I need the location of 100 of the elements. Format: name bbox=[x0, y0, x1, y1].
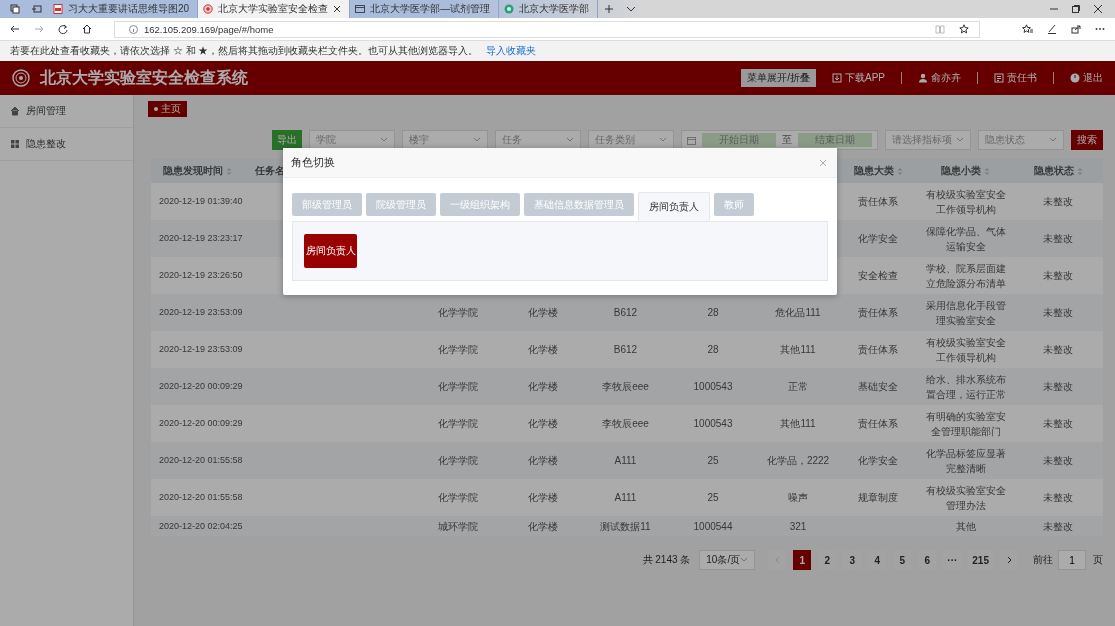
table-cell-text: 化学安全 bbox=[858, 232, 898, 246]
power-icon bbox=[1070, 73, 1080, 83]
table-cell-text: 李牧辰eee bbox=[602, 417, 649, 431]
browser-tab[interactable]: 北京大学实验室安全检查 bbox=[198, 0, 351, 18]
page-button[interactable]: 1 bbox=[793, 550, 812, 570]
table-row[interactable]: 2020-12-20 02:04:25 城环学院 化学楼 测试数据11 1000544 321 其他 未整改 bbox=[151, 516, 1103, 536]
header-link[interactable]: 责任书 bbox=[994, 71, 1037, 85]
table-cell-text: 未整改 bbox=[1043, 306, 1073, 320]
table-cell-text: 2020-12-20 01:55:58 bbox=[159, 454, 243, 467]
calendar-icon bbox=[687, 135, 696, 145]
table-row[interactable]: 2020-12-20 00:09:29 化学学院 化学楼 李牧辰eee 1000543 正常 基础安全 给水、排水系统布置合理，运行正常 未整改 bbox=[151, 368, 1103, 405]
table-cell-text: 1000543 bbox=[693, 380, 733, 394]
favicon-icon bbox=[355, 4, 366, 14]
chevron-down-icon bbox=[659, 137, 667, 143]
table-cell-text: 未整改 bbox=[1043, 232, 1073, 246]
table-cell-text: 安全检查 bbox=[858, 269, 898, 283]
table-cell-text: 2020-12-19 23:26:50 bbox=[159, 269, 243, 282]
breadcrumb-tag[interactable]: 主页 bbox=[148, 101, 187, 117]
table-cell-text: 未整改 bbox=[1043, 454, 1073, 468]
table-cell-text: 未整改 bbox=[1043, 343, 1073, 357]
role-button[interactable]: 房间负责人 bbox=[304, 234, 357, 268]
table-cell-text: 采用信息化手段管理实验室安全 bbox=[924, 298, 1007, 328]
header-link[interactable]: 下载APP bbox=[832, 71, 885, 85]
column-header[interactable]: 隐患状态 bbox=[1033, 162, 1083, 180]
role-tab[interactable]: 房间负责人 bbox=[638, 192, 710, 221]
table-cell-text: 测试数据11 bbox=[600, 519, 651, 534]
table-cell-text: 2020-12-20 00:09:29 bbox=[159, 380, 243, 393]
sidebar-item[interactable]: 隐患整改 bbox=[0, 128, 133, 161]
table-cell-text: 化学品，2222 bbox=[766, 454, 830, 468]
chevron-down-icon bbox=[473, 137, 481, 143]
favicon-icon bbox=[504, 4, 515, 14]
table-cell-text: 危化品111 bbox=[775, 306, 821, 320]
favicon-icon bbox=[203, 4, 214, 14]
header-link[interactable]: 退出 bbox=[1070, 71, 1103, 85]
table-cell-text: 其他111 bbox=[780, 343, 816, 357]
page-unit-label: 页 bbox=[1093, 553, 1103, 567]
header-link[interactable]: 俞亦卉 bbox=[918, 71, 961, 85]
page-size-select[interactable]: 10条/页 bbox=[699, 550, 756, 570]
emblem-icon bbox=[12, 69, 30, 87]
table-cell-text: 化学楼 bbox=[528, 343, 558, 357]
table-cell-text: 25 bbox=[707, 454, 719, 468]
chevron-down-icon bbox=[380, 137, 388, 143]
table-cell-text: 化学学院 bbox=[438, 454, 478, 468]
close-icon[interactable] bbox=[1093, 4, 1103, 14]
table-row[interactable]: 2020-12-19 23:53:09 化学学院 化学楼 B612 28 危化品111 责任体系 采用信息化手段管理实验室安全 未整改 bbox=[151, 294, 1103, 331]
home-icon[interactable] bbox=[82, 24, 92, 34]
table-cell-text: 2020-12-20 00:09:29 bbox=[159, 417, 243, 430]
table-cell-text: B612 bbox=[613, 343, 638, 357]
table-cell-text: 李牧辰eee bbox=[602, 380, 649, 394]
table-cell-text: 化学楼 bbox=[528, 306, 558, 320]
plus-icon[interactable] bbox=[604, 4, 615, 14]
star-icon[interactable] bbox=[959, 24, 969, 34]
refresh-icon[interactable] bbox=[58, 24, 68, 34]
close-icon[interactable] bbox=[333, 5, 342, 13]
goto-label: 前往 bbox=[1033, 553, 1053, 567]
table-cell-text: 2020-12-20 02:04:25 bbox=[159, 519, 243, 533]
table-cell-text: 化学安全 bbox=[858, 454, 898, 468]
table-cell-text: 其他 bbox=[955, 519, 976, 534]
table-cell-text: 25 bbox=[707, 491, 719, 505]
table-cell-text: B612 bbox=[613, 306, 638, 320]
address-field[interactable]: 162.105.209.169/page/#/home bbox=[114, 20, 980, 38]
table-cell-text: 28 bbox=[707, 306, 719, 320]
column-header[interactable]: 隐患发现时间 bbox=[163, 162, 232, 180]
table-cell-text: 化学楼 bbox=[528, 491, 558, 505]
table-cell-text: 其他111 bbox=[780, 417, 816, 431]
table-cell-text: 化学学院 bbox=[438, 343, 478, 357]
share-icon[interactable] bbox=[1071, 24, 1081, 34]
back-icon[interactable] bbox=[10, 24, 20, 34]
table-row[interactable]: 2020-12-20 01:55:58 化学学院 化学楼 A111 25 化学品，2222 化学安全 化学品标签应显著完整清晰 未整改 bbox=[151, 442, 1103, 479]
table-cell-text: 未整改 bbox=[1043, 380, 1073, 394]
table-cell-text: 未整改 bbox=[1043, 491, 1073, 505]
import-favorites-link[interactable]: 导入收藏夹 bbox=[486, 44, 537, 58]
table-cell-text: 未整改 bbox=[1043, 519, 1073, 534]
column-header[interactable]: 隐患大类 bbox=[853, 162, 903, 180]
tabs-icon[interactable] bbox=[10, 4, 20, 14]
table-cell-text: 正常 bbox=[788, 380, 808, 394]
table-cell-text: 责任体系 bbox=[858, 306, 898, 320]
favorites-hint: 若要在此处查看收藏夹，请依次选择 ☆ 和 ★，然后将其拖动到收藏夹栏文件夹。也可从其他浏览器导入。 bbox=[10, 44, 479, 58]
chevron-down-icon[interactable] bbox=[626, 4, 637, 14]
table-cell-text: 有校级实验室安全工作领导机构 bbox=[924, 187, 1007, 217]
page-number-field[interactable]: 1 bbox=[1058, 550, 1086, 570]
table-cell-text: 未整改 bbox=[1043, 417, 1073, 431]
tab-aside-icon[interactable] bbox=[32, 4, 42, 14]
total-count: 共 2143 条 bbox=[642, 553, 691, 567]
table-cell-text: 未整改 bbox=[1043, 195, 1073, 209]
pen-icon[interactable] bbox=[1047, 24, 1057, 34]
chevron-down-icon bbox=[1049, 137, 1057, 143]
column-header[interactable]: 隐患小类 bbox=[941, 162, 990, 180]
table-cell-text: 责任体系 bbox=[858, 195, 898, 209]
table-cell-text: 化学楼 bbox=[528, 417, 558, 431]
favorites-icon[interactable] bbox=[1022, 24, 1033, 34]
table-cell-text: 责任体系 bbox=[858, 417, 898, 431]
table-cell-text: 1000544 bbox=[693, 519, 733, 534]
sidebar-item[interactable]: 房间管理 bbox=[0, 95, 133, 128]
document-icon bbox=[994, 73, 1004, 83]
table-cell-text: 保障化学品、气体运输安全 bbox=[924, 224, 1007, 254]
search-button[interactable]: 搜索 bbox=[1071, 130, 1103, 150]
restore-icon[interactable] bbox=[1071, 4, 1081, 14]
menu-toggle-button[interactable]: 菜单展开/折叠 bbox=[741, 69, 816, 87]
table-cell-text: 化学学院 bbox=[438, 417, 478, 431]
